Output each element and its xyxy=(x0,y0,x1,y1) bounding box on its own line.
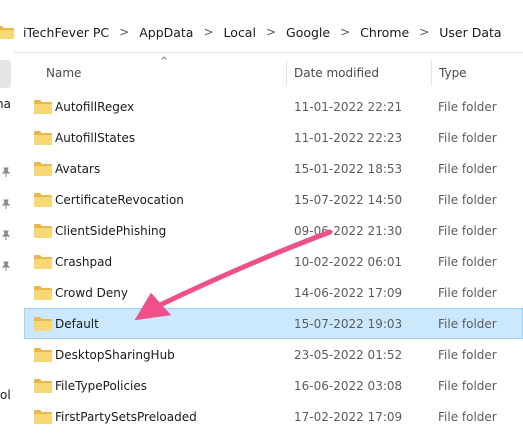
breadcrumb: iTechFever PC > AppData > Local > Google… xyxy=(0,20,503,44)
folder-icon xyxy=(34,410,52,424)
file-name: FirstPartySetsPreloaded xyxy=(55,409,197,424)
file-date-modified: 15-07-2022 19:03 xyxy=(294,316,403,331)
file-type: File folder xyxy=(438,161,497,176)
file-date-modified: 09-06-2022 21:30 xyxy=(294,223,403,238)
folder-icon xyxy=(0,26,14,39)
file-name: Default xyxy=(55,316,99,331)
file-type: File folder xyxy=(438,99,497,114)
folder-icon xyxy=(34,348,52,362)
nav-item-label[interactable]: ol xyxy=(0,388,14,402)
breadcrumb-item-appdata[interactable]: AppData xyxy=(138,25,194,40)
navigation-pane: na ol xyxy=(0,52,14,439)
file-row[interactable]: AutofillRegex 11-01-2022 22:21 File fold… xyxy=(24,91,523,122)
file-row[interactable]: ClientSidePhishing 09-06-2022 21:30 File… xyxy=(24,215,523,246)
file-date-modified: 10-02-2022 06:01 xyxy=(294,254,403,269)
column-header-row: ^ Name Date modified Type xyxy=(24,56,523,90)
folder-icon xyxy=(34,224,52,238)
folder-icon xyxy=(34,162,52,176)
file-type: File folder xyxy=(438,130,497,145)
breadcrumb-separator[interactable]: > xyxy=(340,25,350,39)
folder-icon xyxy=(34,286,52,300)
folder-icon xyxy=(34,255,52,269)
file-date-modified: 23-05-2022 01:52 xyxy=(294,347,403,362)
breadcrumb-separator[interactable]: > xyxy=(203,25,213,39)
column-divider[interactable] xyxy=(286,60,287,86)
sort-ascending-icon: ^ xyxy=(160,56,169,67)
column-header-type[interactable]: Type xyxy=(439,56,467,90)
folder-icon xyxy=(34,100,52,114)
breadcrumb-item-pc[interactable]: iTechFever PC xyxy=(22,25,110,40)
file-row[interactable]: FirstPartySetsPreloaded 17-02-2022 17:09… xyxy=(24,401,523,432)
file-name: FileTypePolicies xyxy=(55,378,148,393)
file-row[interactable]: AutofillStates 11-01-2022 22:23 File fol… xyxy=(24,122,523,153)
nav-selected-item[interactable] xyxy=(0,60,11,88)
file-name: ClientSidePhishing xyxy=(55,223,167,238)
file-type: File folder xyxy=(438,254,497,269)
file-date-modified: 11-01-2022 22:21 xyxy=(294,99,403,114)
file-name: AutofillRegex xyxy=(55,99,135,114)
file-name: DesktopSharingHub xyxy=(55,347,175,362)
file-type: File folder xyxy=(438,378,497,393)
file-row[interactable]: FileTypePolicies 16-06-2022 03:08 File f… xyxy=(24,370,523,401)
file-date-modified: 17-02-2022 17:09 xyxy=(294,409,403,424)
breadcrumb-separator[interactable]: > xyxy=(119,25,129,39)
folder-icon xyxy=(34,131,52,145)
file-date-modified: 14-06-2022 17:09 xyxy=(294,285,403,300)
file-type: File folder xyxy=(438,285,497,300)
file-list: AutofillRegex 11-01-2022 22:21 File fold… xyxy=(24,91,523,432)
file-name: CertificateRevocation xyxy=(55,192,184,207)
pin-icon xyxy=(1,167,11,177)
file-row-selected[interactable]: Default 15-07-2022 19:03 File folder xyxy=(24,308,523,339)
breadcrumb-separator[interactable]: > xyxy=(419,25,429,39)
folder-icon xyxy=(34,193,52,207)
file-name: Crowd Deny xyxy=(55,285,128,300)
address-bar[interactable]: iTechFever PC > AppData > Local > Google… xyxy=(0,0,523,53)
breadcrumb-separator[interactable]: > xyxy=(266,25,276,39)
file-row[interactable]: DesktopSharingHub 23-05-2022 01:52 File … xyxy=(24,339,523,370)
file-date-modified: 15-01-2022 18:53 xyxy=(294,161,403,176)
file-type: File folder xyxy=(438,192,497,207)
file-type: File folder xyxy=(438,316,497,331)
folder-icon xyxy=(34,317,52,331)
file-row[interactable]: Crowd Deny 14-06-2022 17:09 File folder xyxy=(24,277,523,308)
file-name: AutofillStates xyxy=(55,130,136,145)
column-header-name[interactable]: Name xyxy=(46,56,81,90)
file-type: File folder xyxy=(438,223,497,238)
file-date-modified: 15-07-2022 14:50 xyxy=(294,192,403,207)
nav-item-label[interactable]: na xyxy=(0,97,10,111)
breadcrumb-item-chrome[interactable]: Chrome xyxy=(359,25,410,40)
file-row[interactable]: Avatars 15-01-2022 18:53 File folder xyxy=(24,153,523,184)
file-date-modified: 16-06-2022 03:08 xyxy=(294,378,403,393)
column-header-date-modified[interactable]: Date modified xyxy=(294,56,379,90)
file-row[interactable]: CertificateRevocation 15-07-2022 14:50 F… xyxy=(24,184,523,215)
breadcrumb-item-user-data[interactable]: User Data xyxy=(438,25,502,40)
folder-icon xyxy=(34,379,52,393)
pin-icon xyxy=(1,261,11,271)
file-type: File folder xyxy=(438,409,497,424)
file-type: File folder xyxy=(438,347,497,362)
pin-icon xyxy=(1,199,11,209)
file-explorer-window: iTechFever PC > AppData > Local > Google… xyxy=(0,0,523,439)
breadcrumb-item-google[interactable]: Google xyxy=(285,25,331,40)
file-row[interactable]: Crashpad 10-02-2022 06:01 File folder xyxy=(24,246,523,277)
file-name: Crashpad xyxy=(55,254,113,269)
file-date-modified: 11-01-2022 22:23 xyxy=(294,130,403,145)
file-name: Avatars xyxy=(55,161,101,176)
pin-icon xyxy=(1,230,11,240)
column-divider[interactable] xyxy=(431,60,432,86)
breadcrumb-item-local[interactable]: Local xyxy=(223,25,257,40)
